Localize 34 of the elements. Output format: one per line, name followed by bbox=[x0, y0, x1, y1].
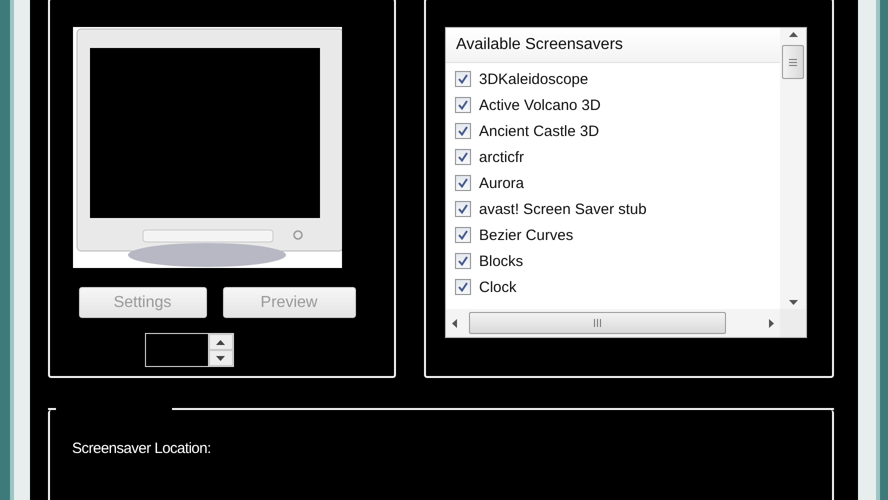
scrollbar-corner bbox=[780, 309, 806, 337]
checkbox[interactable] bbox=[455, 253, 471, 269]
spin-up-button[interactable] bbox=[208, 334, 232, 350]
spin-down-button[interactable] bbox=[208, 350, 232, 366]
checkbox[interactable] bbox=[455, 279, 471, 295]
grip-icon bbox=[594, 319, 601, 327]
screensaver-name[interactable]: arcticfr bbox=[479, 148, 524, 166]
screensaver-name[interactable]: 3DKaleidoscope bbox=[479, 70, 588, 88]
checkbox[interactable] bbox=[455, 71, 471, 87]
checkbox[interactable] bbox=[455, 201, 471, 217]
up-arrow-icon[interactable] bbox=[788, 32, 798, 37]
down-arrow-icon[interactable] bbox=[788, 300, 798, 305]
screensaver-name[interactable]: Aurora bbox=[479, 174, 524, 192]
vertical-scrollbar[interactable] bbox=[780, 28, 806, 309]
scroll-thumb[interactable] bbox=[469, 312, 726, 334]
up-arrow-icon bbox=[216, 340, 225, 344]
checkbox[interactable] bbox=[455, 97, 471, 113]
screensaver-name[interactable]: Ancient Castle 3D bbox=[479, 122, 600, 140]
grip-icon bbox=[789, 58, 797, 66]
screensaver-name[interactable]: Blocks bbox=[479, 252, 524, 270]
checkbox[interactable] bbox=[455, 123, 471, 139]
screensaver-name[interactable]: Clock bbox=[479, 278, 517, 296]
scroll-thumb[interactable] bbox=[782, 45, 804, 79]
left-arrow-icon[interactable] bbox=[452, 318, 457, 328]
horizontal-scrollbar[interactable] bbox=[446, 309, 780, 337]
right-arrow-icon[interactable] bbox=[769, 318, 774, 328]
screensaver-name[interactable]: avast! Screen Saver stub bbox=[479, 200, 647, 218]
location-label: Screensaver Location: bbox=[72, 440, 211, 457]
screensaver-name[interactable]: Active Volcano 3D bbox=[479, 96, 601, 114]
checkbox[interactable] bbox=[455, 175, 471, 191]
checkbox[interactable] bbox=[455, 149, 471, 165]
checkbox[interactable] bbox=[455, 227, 471, 243]
screensaver-name[interactable]: Bezier Curves bbox=[479, 226, 574, 244]
down-arrow-icon bbox=[216, 356, 225, 360]
